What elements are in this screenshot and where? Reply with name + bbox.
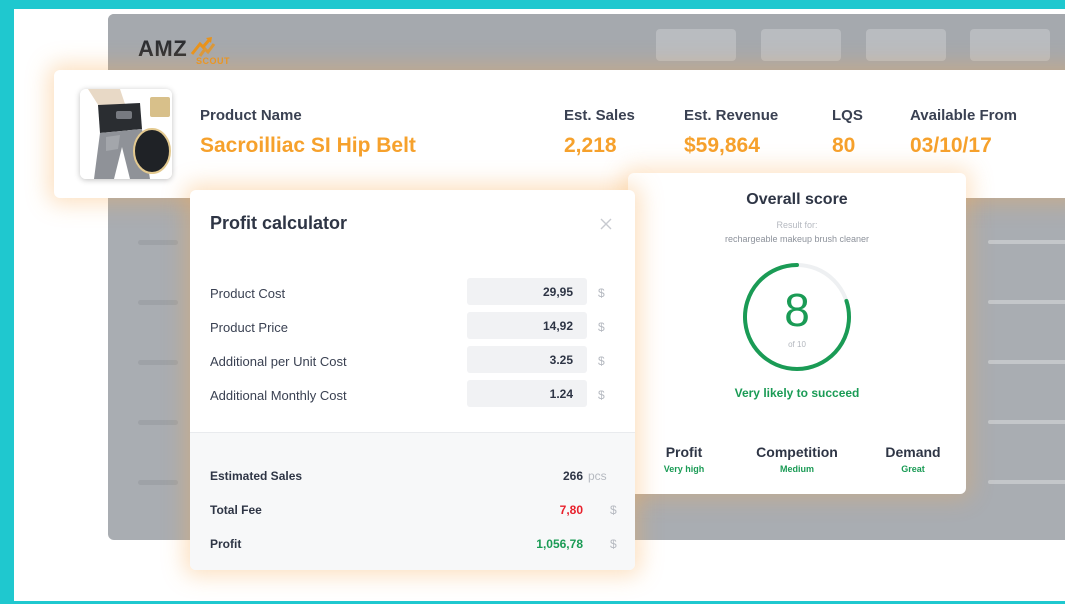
product-price-label: Product Price (210, 320, 289, 335)
amzscout-logo: AMZ SCOUT (138, 36, 230, 66)
metric-profit-value: Very high (663, 464, 705, 474)
available-from-value: 03/10/17 (910, 134, 992, 157)
close-icon[interactable] (598, 216, 614, 232)
background-nav-pill (761, 29, 841, 61)
product-price-input[interactable] (467, 312, 587, 339)
calculator-summary: Estimated Sales 266 pcs Total Fee 7,80 $… (190, 433, 635, 570)
calculator-title: Profit calculator (210, 213, 348, 233)
background-row (138, 420, 178, 425)
estimated-sales-value: 266 (562, 469, 583, 483)
metric-competition-value: Medium (779, 464, 814, 474)
monthly-cost-input[interactable] (467, 380, 587, 407)
total-fee-value: 7,80 (559, 503, 583, 517)
profit-unit: $ (610, 537, 617, 551)
product-name-value[interactable]: Sacroilliac SI Hip Belt (200, 134, 416, 158)
unit-cost-input[interactable] (467, 346, 587, 373)
unit-cost-unit: $ (598, 354, 605, 368)
background-row (988, 300, 1065, 304)
profit-value: 1,056,78 (536, 537, 583, 551)
score-of: of 10 (788, 340, 806, 349)
lqs-value: 80 (832, 134, 856, 157)
background-nav-pill (970, 29, 1050, 61)
est-sales-value: 2,218 (564, 134, 617, 157)
logo-arrows-icon (190, 37, 216, 57)
est-sales-label: Est. Sales (564, 107, 635, 124)
profit-calculator: Profit calculator Product Cost $ Product… (190, 190, 635, 570)
product-cost-unit: $ (598, 286, 605, 300)
overall-score-card: Overall score Result for: rechargeable m… (628, 173, 966, 494)
canvas: AMZ SCOUT Product Name Sacroilliac SI Hi… (14, 9, 1065, 601)
background-row (138, 360, 178, 365)
product-price-unit: $ (598, 320, 605, 334)
background-row (988, 360, 1065, 364)
monthly-cost-label: Additional Monthly Cost (210, 388, 347, 403)
score-query: rechargeable makeup brush cleaner (724, 234, 870, 244)
background-row (988, 240, 1065, 244)
metric-profit-label: Profit (665, 444, 703, 460)
total-fee-label: Total Fee (210, 503, 262, 517)
metric-competition-label: Competition (756, 444, 838, 460)
background-row (138, 480, 178, 485)
background-row (138, 300, 178, 305)
estimated-sales-label: Estimated Sales (210, 469, 303, 483)
metric-demand-label: Demand (885, 444, 941, 460)
background-row (138, 240, 178, 245)
product-name-label: Product Name (200, 107, 302, 124)
background-topbar: AMZ SCOUT (108, 14, 1065, 76)
monthly-cost-unit: $ (598, 388, 605, 402)
logo-text: AMZ (138, 36, 188, 61)
total-fee-unit: $ (610, 503, 617, 517)
profit-label: Profit (210, 537, 242, 551)
score-result-for: Result for: (776, 220, 818, 230)
est-revenue-value: $59,864 (684, 134, 760, 157)
est-revenue-label: Est. Revenue (684, 107, 779, 124)
score-value: 8 (784, 284, 810, 336)
score-verdict: Very likely to succeed (734, 386, 860, 400)
available-from-label: Available From (910, 107, 1017, 124)
product-cost-label: Product Cost (210, 286, 286, 301)
background-row (988, 480, 1065, 484)
estimated-sales-unit: pcs (588, 469, 607, 483)
product-cost-input[interactable] (467, 278, 587, 305)
unit-cost-label: Additional per Unit Cost (210, 354, 347, 369)
product-thumbnail[interactable] (80, 89, 172, 179)
lqs-label: LQS (832, 107, 863, 124)
score-title: Overall score (746, 191, 848, 208)
background-nav-pill (656, 29, 736, 61)
background-row (988, 420, 1065, 424)
metric-demand-value: Great (901, 464, 925, 474)
background-nav-pill (866, 29, 946, 61)
logo-subtext: SCOUT (196, 56, 230, 66)
product-image (80, 89, 172, 179)
